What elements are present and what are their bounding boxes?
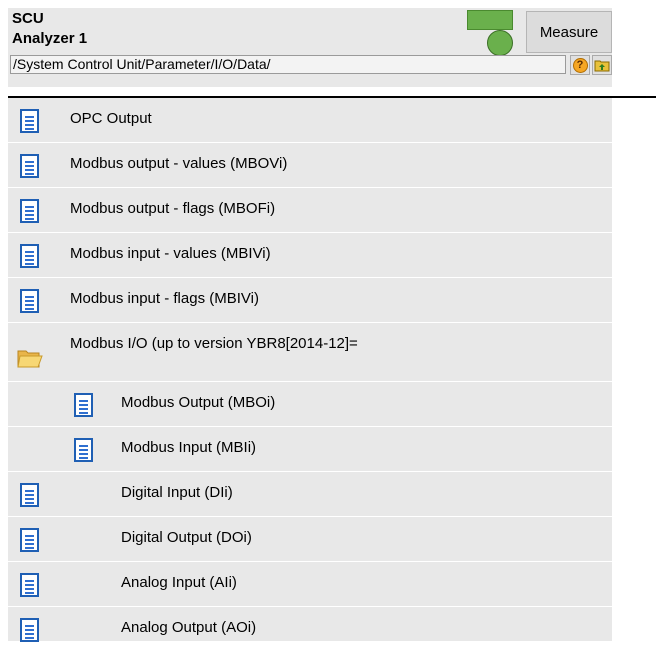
list-item[interactable]: Modbus input - flags (MBIVi) [8,278,612,323]
path-breadcrumb: /System Control Unit/Parameter/I/O/Data/ [10,55,566,74]
list-item[interactable]: Analog Output (AOi) [8,607,612,642]
list-item-label: Modbus Output (MBOi) [121,394,276,411]
folder-up-button[interactable] [592,55,612,75]
list-item-label: Digital Input (DIi) [121,484,233,501]
list-item-label: Modbus input - values (MBIVi) [70,245,271,262]
measure-button[interactable]: Measure [526,11,612,53]
document-icon [20,199,44,223]
list-item-label: Modbus Input (MBIi) [121,439,257,456]
list-item-label: Modbus output - values (MBOVi) [70,155,288,172]
list-item-label: Modbus I/O (up to version YBR8[2014-12]= [70,335,358,352]
document-icon [74,438,98,462]
document-icon [20,573,44,597]
item-list: OPC Output Modbus output - values (MBOVi… [8,98,612,642]
status-indicator-rect [467,10,513,30]
header-panel [8,8,612,87]
list-item-label: Analog Input (AIi) [121,574,237,591]
folder-icon [17,350,43,368]
list-item[interactable]: Digital Output (DOi) [8,517,612,562]
document-icon [20,528,44,552]
list-item[interactable]: Modbus output - flags (MBOFi) [8,188,612,233]
document-icon [20,109,44,133]
list-item[interactable]: Digital Input (DIi) [8,472,612,517]
help-button[interactable]: ? [570,55,590,75]
list-item[interactable]: Modbus output - values (MBOVi) [8,143,612,188]
folder-up-icon [594,60,610,72]
status-indicator-circle [487,30,513,56]
list-item[interactable]: Modbus input - values (MBIVi) [8,233,612,278]
analyzer-title: Analyzer 1 [12,30,88,47]
list-item[interactable]: Analog Input (AIi) [8,562,612,607]
document-icon [20,618,44,642]
device-title: SCU [12,10,44,27]
list-item-folder[interactable]: Modbus I/O (up to version YBR8[2014-12]= [8,323,612,382]
list-item-label: OPC Output [70,110,152,127]
document-icon [74,393,98,417]
help-icon: ? [572,57,588,73]
document-icon [20,154,44,178]
list-item-label: Digital Output (DOi) [121,529,252,546]
list-item-label: Modbus output - flags (MBOFi) [70,200,276,217]
document-icon [20,244,44,268]
list-item[interactable]: Modbus Output (MBOi) [8,382,612,427]
list-item[interactable]: OPC Output [8,98,612,143]
list-item-label: Analog Output (AOi) [121,619,257,636]
document-icon [20,483,44,507]
list-item[interactable]: Modbus Input (MBIi) [8,427,612,472]
list-item-label: Modbus input - flags (MBIVi) [70,290,259,307]
document-icon [20,289,44,313]
